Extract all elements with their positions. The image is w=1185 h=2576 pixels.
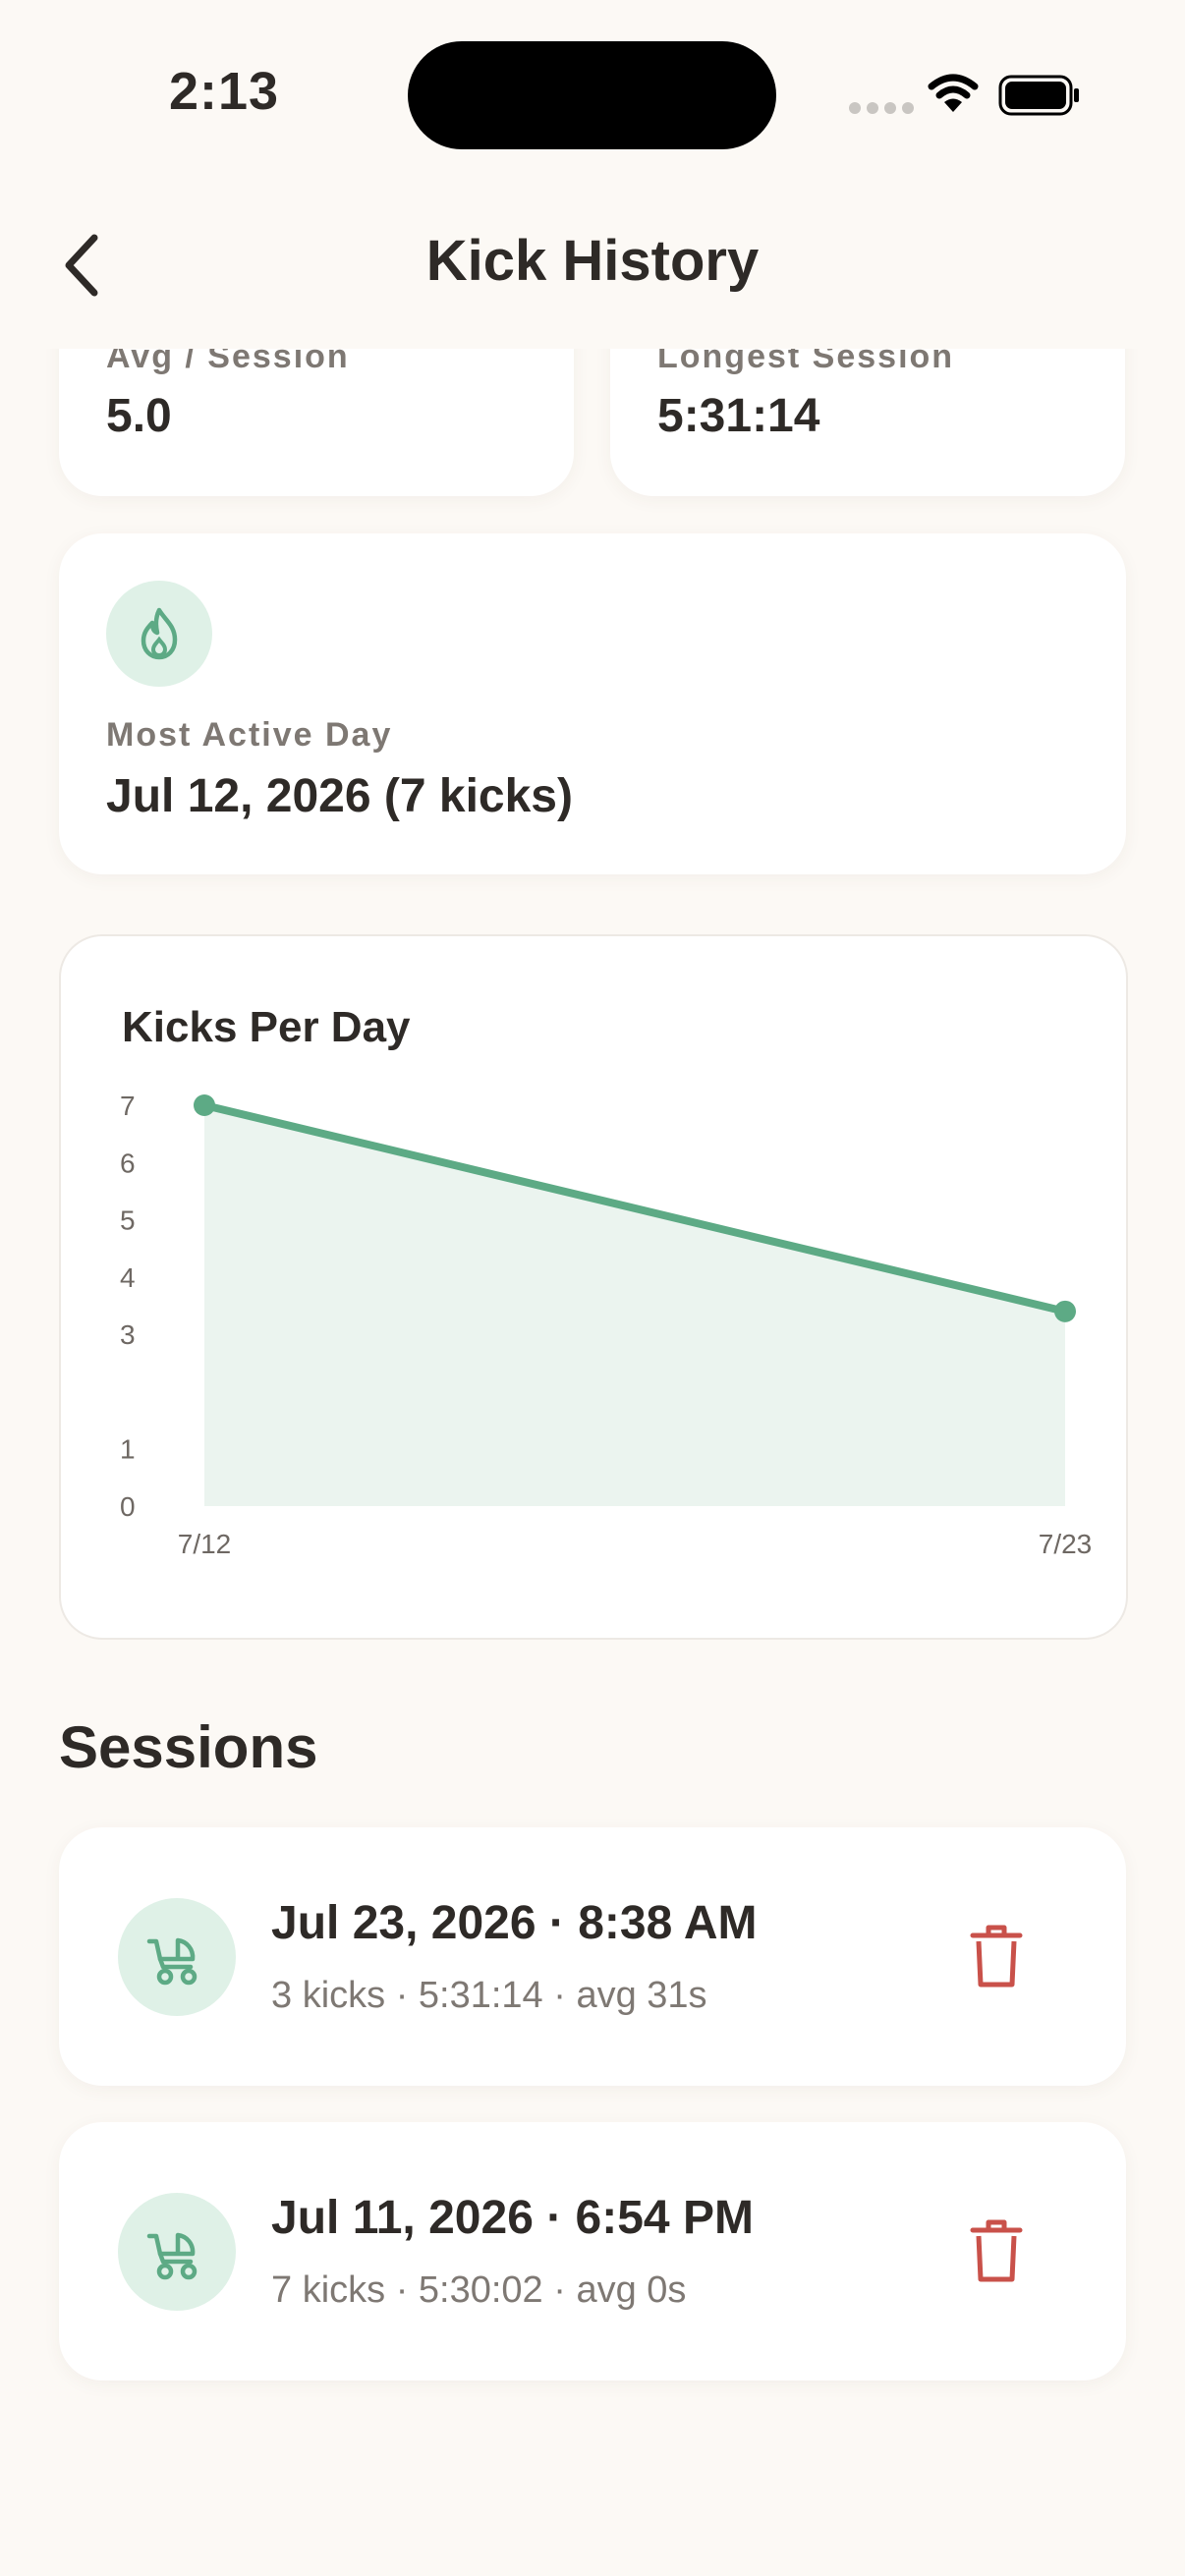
chart-data-point [194, 1094, 215, 1116]
session-row[interactable]: Jul 23, 2026 · 8:38 AM 3 kicks · 5:31:14… [59, 1827, 1126, 2086]
y-tick-label: 5 [120, 1205, 136, 1236]
delete-session-button[interactable] [967, 1922, 1026, 1990]
status-time: 2:13 [169, 62, 280, 121]
most-active-value: Jul 12, 2026 (7 kicks) [106, 770, 573, 822]
x-tick-label: 7/12 [178, 1529, 232, 1559]
longest-session-value: 5:31:14 [657, 390, 820, 442]
cellular-signal-icon [849, 102, 914, 114]
y-tick-label: 3 [120, 1319, 136, 1350]
wifi-icon [928, 74, 979, 112]
page-title: Kick History [425, 229, 760, 293]
most-active-label: Most Active Day [106, 716, 393, 754]
session-details: 3 kicks · 5:31:14 · avg 31s [271, 1975, 707, 2016]
session-details: 7 kicks · 5:30:02 · avg 0s [271, 2269, 687, 2311]
stroller-icon [118, 1898, 236, 2016]
delete-session-button[interactable] [967, 2216, 1026, 2285]
most-active-day-card: Most Active Day Jul 12, 2026 (7 kicks) [59, 533, 1126, 874]
chart-area-fill [204, 1105, 1065, 1506]
dynamic-island [408, 41, 776, 149]
y-tick-label: 6 [120, 1148, 136, 1178]
session-row[interactable]: Jul 11, 2026 · 6:54 PM 7 kicks · 5:30:02… [59, 2122, 1126, 2380]
session-title: Jul 23, 2026 · 8:38 AM [271, 1897, 758, 1949]
kicks-per-day-chart: 0 1 3 4 5 6 7 7/12 7/23 [120, 1091, 1093, 1559]
y-tick-label: 4 [120, 1262, 136, 1293]
flame-icon [106, 581, 212, 687]
chart-data-point [1054, 1300, 1076, 1322]
y-tick-label: 7 [120, 1091, 136, 1121]
kicks-per-day-chart-card: Kicks Per Day 0 1 3 4 5 6 7 7/12 7/23 [59, 934, 1128, 1640]
x-tick-label: 7/23 [1039, 1529, 1093, 1559]
stroller-icon [118, 2193, 236, 2311]
y-tick-label: 1 [120, 1434, 136, 1465]
session-title: Jul 11, 2026 · 6:54 PM [271, 2192, 754, 2244]
sessions-heading: Sessions [59, 1714, 318, 1780]
avg-session-value: 5.0 [106, 390, 172, 442]
battery-icon [998, 75, 1079, 116]
y-tick-label: 0 [120, 1491, 136, 1522]
